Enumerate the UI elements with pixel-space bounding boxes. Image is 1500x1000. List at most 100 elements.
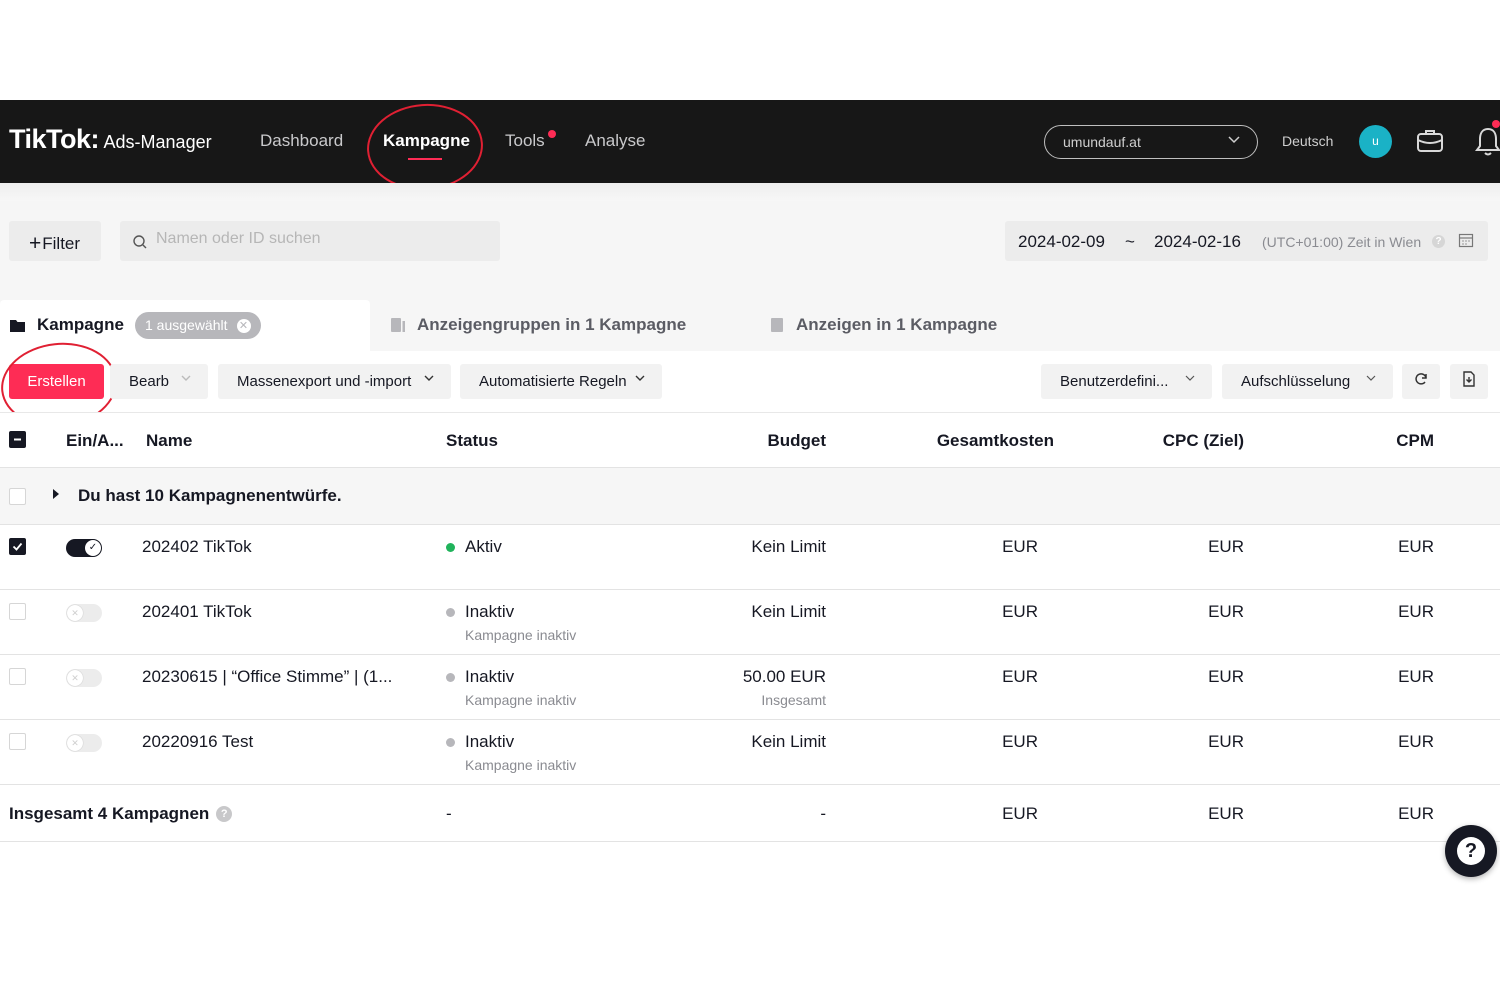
x-icon: ✕ (67, 735, 83, 751)
campaign-status: Inaktiv (465, 602, 515, 621)
active-nav-underline (408, 158, 442, 160)
ad-icon (770, 317, 785, 333)
column-header-budget[interactable]: Budget (767, 431, 826, 451)
filter-label: Filter (42, 234, 81, 253)
help-icon[interactable]: ? (216, 806, 233, 822)
account-select[interactable]: umundauf.at (1044, 125, 1258, 159)
breakdown-button[interactable]: Aufschlüsselung (1222, 364, 1393, 399)
calendar-icon[interactable] (1458, 232, 1474, 253)
select-all-checkbox[interactable] (9, 431, 26, 448)
tiktok-logo: TikTok (9, 124, 91, 154)
table-header: Ein/A... Name Status Budget Gesamtkosten… (0, 412, 1500, 468)
search-input[interactable] (156, 230, 476, 248)
campaign-toggle[interactable]: ✕ (66, 734, 102, 752)
row-checkbox[interactable] (9, 603, 26, 620)
column-header-cost[interactable]: Gesamtkosten (937, 431, 1054, 451)
header-shadow (0, 183, 1500, 201)
drafts-row[interactable]: Du hast 10 Kampagnenentwürfe. (0, 468, 1500, 525)
bell-icon[interactable] (1474, 125, 1500, 162)
tab-anzeigen-label: Anzeigen in 1 Kampagne (796, 315, 998, 334)
column-header-status[interactable]: Status (446, 431, 498, 451)
table-row[interactable]: ✕ 202401 TikTok Inaktiv Kampagne inaktiv Kei… (0, 590, 1500, 655)
refresh-button[interactable] (1402, 364, 1440, 399)
language-switcher[interactable]: Deutsch (1282, 133, 1333, 149)
folder-icon (9, 318, 26, 333)
tab-anzeigengruppen[interactable]: Anzeigengruppen in 1 Kampagne (390, 315, 686, 335)
campaign-budget-sub: Insgesamt (761, 692, 826, 708)
create-button[interactable]: Erstellen (9, 364, 104, 399)
row-checkbox[interactable] (9, 733, 26, 750)
campaign-toggle[interactable]: ✓ (66, 539, 102, 557)
question-icon: ? (1457, 837, 1485, 865)
date-range-picker[interactable]: 2024-02-09 ~ 2024-02-16 (UTC+01:00) Zeit… (1005, 221, 1488, 261)
total-status: - (446, 804, 452, 823)
campaign-name[interactable]: 202402 TikTok (142, 537, 252, 557)
campaign-name[interactable]: 20220916 Test (142, 732, 253, 752)
drafts-checkbox[interactable] (9, 488, 26, 505)
column-header-cpc[interactable]: CPC (Ziel) (1163, 431, 1244, 451)
table-row[interactable]: ✓ 202402 TikTok Aktiv Kein Limit EUR EUR EUR (0, 525, 1500, 590)
briefcase-icon[interactable] (1415, 126, 1445, 161)
status-dot (446, 608, 455, 617)
tools-notification-dot (548, 130, 556, 138)
campaign-cpc: EUR (1208, 537, 1244, 556)
column-header-name[interactable]: Name (146, 431, 192, 451)
drafts-label: Du hast 10 Kampagnenentwürfe. (78, 486, 342, 505)
column-header-cpm[interactable]: CPM (1396, 431, 1434, 451)
help-button[interactable]: ? (1445, 825, 1497, 877)
chevron-down-icon (1184, 372, 1196, 387)
campaign-status: Aktiv (465, 537, 502, 556)
selected-chip[interactable]: 1 ausgewählt ✕ (135, 312, 261, 339)
campaign-budget: 50.00 EUR (742, 667, 826, 686)
campaign-toggle[interactable]: ✕ (66, 669, 102, 687)
campaign-toggle[interactable]: ✕ (66, 604, 102, 622)
brand[interactable]: TikTok : Ads-Manager (9, 124, 212, 155)
table-row[interactable]: ✕ 20220916 Test Inaktiv Kampagne inaktiv Kei… (0, 720, 1500, 785)
campaign-cost: EUR (1002, 667, 1038, 686)
check-icon: ✓ (85, 540, 101, 556)
campaign-name[interactable]: 20230615 | “Office Stimme” | (1... (142, 667, 392, 687)
export-button[interactable] (1450, 364, 1488, 399)
nav-analyse[interactable]: Analyse (585, 131, 645, 151)
row-checkbox[interactable] (9, 668, 26, 685)
tab-anzeigen[interactable]: Anzeigen in 1 Kampagne (770, 315, 997, 335)
campaign-cost: EUR (1002, 602, 1038, 621)
filter-button[interactable]: +Filter (9, 221, 101, 261)
search-box[interactable] (120, 221, 500, 261)
status-dot (446, 673, 455, 682)
custom-columns-button[interactable]: Benutzerdefini... (1041, 364, 1212, 399)
campaign-name[interactable]: 202401 TikTok (142, 602, 252, 622)
close-icon[interactable]: ✕ (236, 318, 251, 333)
edit-button[interactable]: Bearb (110, 364, 208, 399)
nav-tools[interactable]: Tools (505, 131, 545, 151)
nav-dashboard[interactable]: Dashboard (260, 131, 343, 151)
chevron-down-icon (634, 372, 646, 387)
campaign-cpm: EUR (1398, 667, 1434, 686)
campaign-status-sub: Kampagne inaktiv (465, 692, 577, 708)
tab-kampagne[interactable]: Kampagne (9, 315, 124, 335)
x-icon: ✕ (67, 670, 83, 686)
account-name: umundauf.at (1063, 134, 1141, 150)
row-checkbox[interactable] (9, 538, 26, 555)
plus-icon: + (29, 232, 42, 255)
table-row[interactable]: ✕ 20230615 | “Office Stimme” | (1... Inakt… (0, 655, 1500, 720)
column-header-toggle[interactable]: Ein/A... (66, 431, 124, 451)
chevron-down-icon (1227, 132, 1241, 149)
rules-label: Automatisierte Regeln (479, 373, 627, 390)
tab-anzeigengruppen-label: Anzeigengruppen in 1 Kampagne (417, 315, 687, 334)
nav-kampagne[interactable]: Kampagne (383, 131, 470, 151)
expand-caret-icon[interactable] (53, 489, 59, 499)
avatar[interactable]: u (1359, 125, 1392, 158)
refresh-icon (1413, 371, 1429, 392)
campaign-status-sub: Kampagne inaktiv (465, 627, 577, 643)
total-label-text: Insgesamt 4 Kampagnen (9, 804, 210, 823)
automated-rules-button[interactable]: Automatisierte Regeln (460, 364, 662, 399)
campaign-cpc: EUR (1208, 602, 1244, 621)
bulk-export-import-button[interactable]: Massenexport und -import (218, 364, 451, 399)
campaign-status-sub: Kampagne inaktiv (465, 757, 577, 773)
breakdown-label: Aufschlüsselung (1241, 373, 1351, 390)
campaign-cpm: EUR (1398, 537, 1434, 556)
chevron-down-icon (423, 372, 435, 387)
help-icon[interactable]: ? (1432, 235, 1445, 248)
chevron-down-icon (180, 372, 192, 387)
